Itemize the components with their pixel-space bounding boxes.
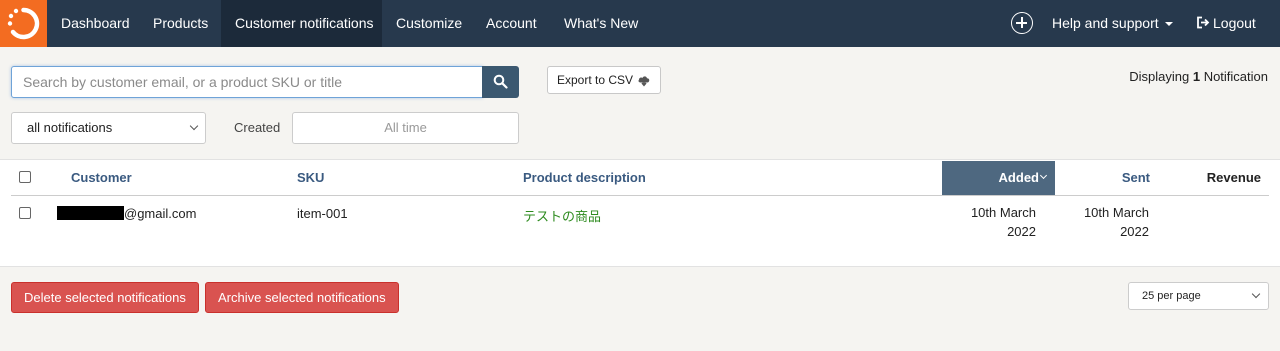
logout-link[interactable]: Logout	[1182, 0, 1270, 47]
nav-products[interactable]: Products	[139, 0, 222, 47]
added-date-line1: 10th March	[970, 205, 1036, 220]
nav-account[interactable]: Account	[472, 0, 551, 47]
customer-email[interactable]: @gmail.com	[124, 206, 196, 221]
result-count: Displaying 1 Notification	[1129, 69, 1268, 84]
created-label: Created	[234, 120, 281, 135]
archive-selected-button[interactable]: Archive selected notifications	[205, 282, 399, 313]
help-support-label: Help and support	[1052, 15, 1159, 31]
sku-cell: item-001	[297, 206, 348, 221]
plus-circle-icon[interactable]	[1011, 12, 1033, 34]
delete-selected-button[interactable]: Delete selected notifications	[11, 282, 199, 313]
sort-desc-icon	[1039, 171, 1048, 180]
search-button[interactable]	[482, 66, 519, 98]
result-count-number: 1	[1192, 69, 1201, 84]
search-icon	[493, 74, 508, 89]
column-header-added-label: Added	[998, 170, 1039, 185]
product-description-link[interactable]: テストの商品	[523, 206, 601, 225]
search-input[interactable]	[11, 66, 483, 98]
sent-date: 10th March 2022	[1084, 203, 1149, 241]
column-header-sku[interactable]: SKU	[297, 170, 324, 185]
logout-label: Logout	[1213, 15, 1256, 31]
column-header-added[interactable]: Added	[942, 161, 1055, 195]
sent-date-line2: 2022	[1120, 224, 1149, 239]
added-date: 10th March 2022	[971, 203, 1036, 241]
brand-logo-icon[interactable]	[0, 0, 47, 47]
select-all-checkbox[interactable]	[19, 171, 31, 183]
notification-filter-select[interactable]: all notifications	[11, 112, 206, 144]
nav-whats-new[interactable]: What's New	[550, 0, 652, 47]
cloud-download-icon	[638, 76, 650, 87]
caret-down-icon	[1164, 22, 1173, 27]
nav-customize[interactable]: Customize	[382, 0, 476, 47]
row-checkbox[interactable]	[19, 207, 31, 219]
result-count-suffix: Notification	[1203, 69, 1268, 84]
help-support-menu[interactable]: Help and support	[1038, 0, 1187, 47]
redacted-email-block	[57, 206, 124, 220]
column-header-customer[interactable]: Customer	[71, 170, 132, 185]
export-csv-button[interactable]: Export to CSV	[547, 66, 661, 94]
notification-filter-value: all notifications	[27, 120, 113, 135]
column-header-product-description[interactable]: Product description	[523, 170, 646, 185]
sent-date-line1: 10th March	[1083, 205, 1149, 220]
nav-customer-notifications[interactable]: Customer notifications	[221, 0, 382, 47]
export-csv-label: Export to CSV	[557, 73, 634, 87]
header-divider	[11, 195, 1269, 196]
date-range-input[interactable]: All time	[292, 112, 519, 144]
per-page-select[interactable]: 25 per page	[1128, 282, 1269, 310]
chevron-down-icon	[1251, 289, 1261, 299]
nav-dashboard[interactable]: Dashboard	[47, 0, 144, 47]
logout-icon	[1197, 16, 1210, 29]
chevron-down-icon	[189, 121, 199, 131]
notifications-table: Customer SKU Product description Added S…	[0, 159, 1280, 267]
result-count-prefix: Displaying	[1129, 69, 1190, 84]
column-header-revenue: Revenue	[1206, 170, 1261, 185]
per-page-value: 25 per page	[1142, 290, 1201, 302]
top-navbar: Dashboard Products Customer notification…	[0, 0, 1280, 47]
added-date-line2: 2022	[1007, 224, 1036, 239]
column-header-sent[interactable]: Sent	[1122, 170, 1150, 185]
